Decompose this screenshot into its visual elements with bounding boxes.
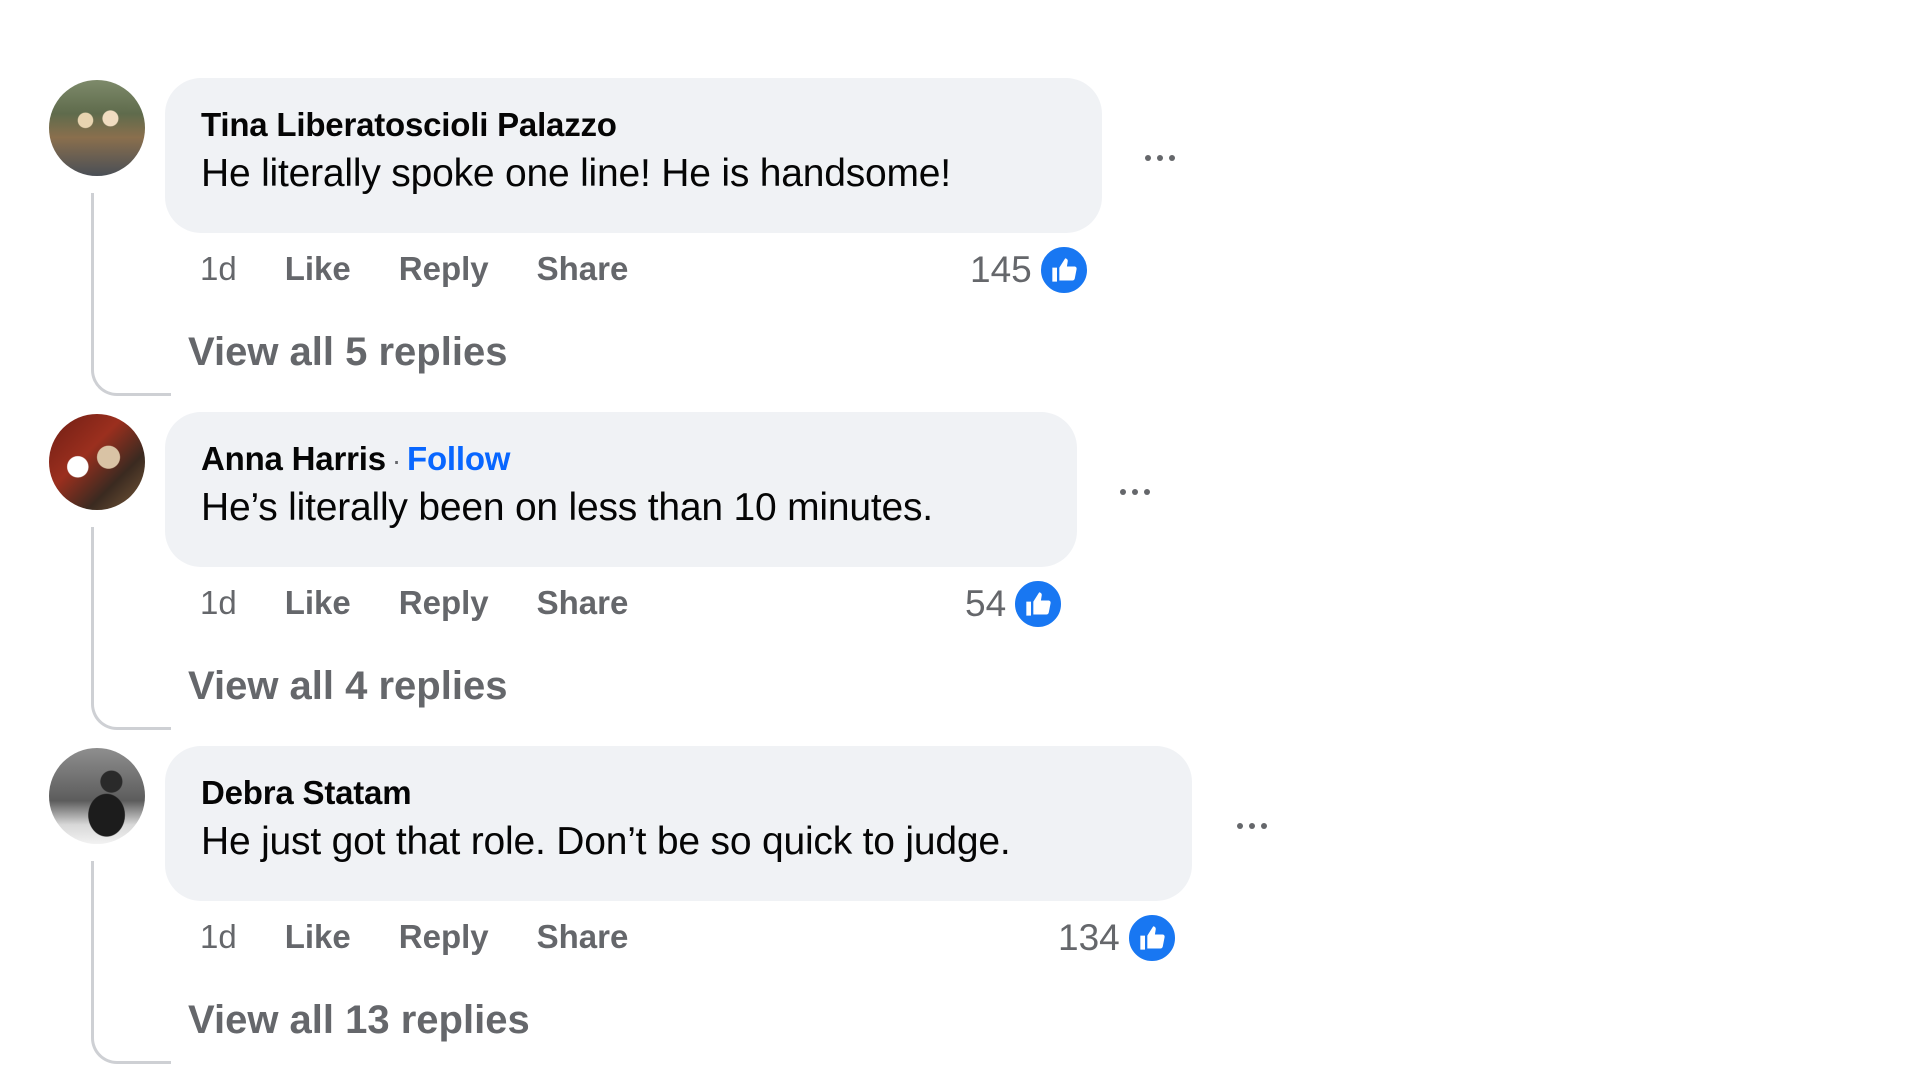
avatar[interactable] — [49, 748, 145, 844]
comment-list: Tina Liberatoscioli Palazzo He literally… — [0, 0, 1920, 1080]
reaction-summary[interactable]: 145 — [970, 244, 1090, 296]
thread-connector — [91, 527, 171, 730]
author-line: Debra Statam — [201, 774, 1156, 812]
comment-actions: 1d Like Reply Share — [200, 918, 676, 956]
comment-actions: 1d Like Reply Share — [200, 250, 676, 288]
more-options-icon[interactable] — [1130, 128, 1190, 188]
avatar[interactable] — [49, 80, 145, 176]
more-options-icon[interactable] — [1222, 796, 1282, 856]
reaction-count: 54 — [965, 583, 1007, 624]
comment-time[interactable]: 1d — [200, 250, 237, 288]
reaction-summary[interactable]: 54 — [965, 578, 1065, 630]
comment-actions: 1d Like Reply Share — [200, 584, 676, 622]
view-replies-link[interactable]: View all 13 replies — [188, 998, 530, 1043]
comment-text: He literally spoke one line! He is hands… — [201, 152, 951, 195]
reply-button[interactable]: Reply — [399, 584, 489, 622]
comment-item: Debra Statam He just got that role. Don’… — [0, 746, 1400, 1066]
like-button[interactable]: Like — [285, 584, 351, 622]
separator: · — [391, 445, 401, 476]
like-button[interactable]: Like — [285, 918, 351, 956]
reply-button[interactable]: Reply — [399, 918, 489, 956]
comment-bubble: Anna Harris · Follow He’s literally been o… — [165, 412, 1077, 567]
author-line: Anna Harris · Follow — [201, 440, 1041, 478]
comment-bubble: Debra Statam He just got that role. Don’… — [165, 746, 1192, 901]
share-button[interactable]: Share — [537, 250, 629, 288]
like-icon — [1125, 912, 1178, 964]
author-line: Tina Liberatoscioli Palazzo — [201, 106, 1066, 144]
view-replies-link[interactable]: View all 5 replies — [188, 330, 507, 375]
comment-time[interactable]: 1d — [200, 584, 237, 622]
author-name[interactable]: Debra Statam — [201, 774, 412, 811]
follow-button[interactable]: Follow — [407, 440, 510, 477]
like-button[interactable]: Like — [285, 250, 351, 288]
thread-connector — [91, 861, 171, 1064]
comment-time[interactable]: 1d — [200, 918, 237, 956]
more-options-icon[interactable] — [1105, 462, 1165, 522]
comment-item: Anna Harris · Follow He’s literally been o… — [0, 412, 1400, 732]
share-button[interactable]: Share — [537, 584, 629, 622]
reaction-count: 145 — [970, 249, 1032, 290]
like-icon — [1012, 578, 1065, 630]
comment-text: He just got that role. Don’t be so quick… — [201, 820, 1011, 863]
view-replies-link[interactable]: View all 4 replies — [188, 664, 507, 709]
author-name[interactable]: Anna Harris — [201, 440, 386, 477]
avatar[interactable] — [49, 414, 145, 510]
comment-bubble: Tina Liberatoscioli Palazzo He literally… — [165, 78, 1102, 233]
reaction-summary[interactable]: 134 — [1058, 912, 1178, 964]
thread-connector — [91, 193, 171, 396]
reaction-count: 134 — [1058, 917, 1120, 958]
author-name[interactable]: Tina Liberatoscioli Palazzo — [201, 106, 617, 143]
share-button[interactable]: Share — [537, 918, 629, 956]
reply-button[interactable]: Reply — [399, 250, 489, 288]
like-icon — [1037, 244, 1090, 296]
comment-text: He’s literally been on less than 10 minu… — [201, 486, 933, 529]
comment-item: Tina Liberatoscioli Palazzo He literally… — [0, 78, 1400, 398]
